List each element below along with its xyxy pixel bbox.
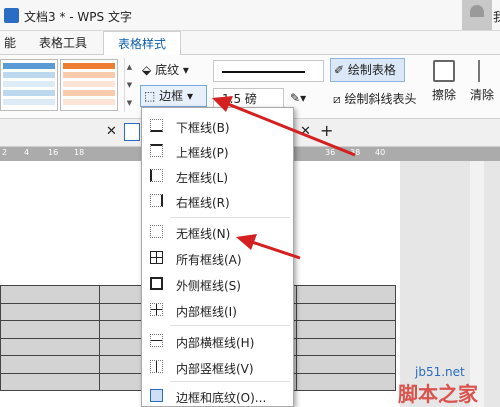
ruler-tick: 2: [2, 148, 8, 157]
ruler-tick: 16: [48, 148, 59, 157]
inside-horizontal-border-icon: [150, 334, 163, 347]
border-dropdown-menu: 下框线(B) 上框线(P) 左框线(L) 右框线(R) 无框线(N) 所有框线(…: [141, 107, 294, 407]
expand-icon[interactable]: ▼: [125, 94, 134, 112]
ribbon-tab-bar: 能 表格工具 表格样式: [0, 31, 500, 56]
menu-item-top-border[interactable]: 上框线(P): [142, 139, 293, 163]
line-width-value: 1.5 磅: [222, 92, 257, 106]
draw-diagonal-header-button[interactable]: ⧄ 绘制斜线表头: [333, 89, 416, 109]
menu-item-inside-horizontal[interactable]: 内部横框线(H): [142, 329, 293, 353]
user-name[interactable]: 我: [493, 8, 500, 25]
plus-icon[interactable]: +: [320, 121, 333, 140]
bottom-border-icon: [150, 119, 163, 132]
document-icon[interactable]: [124, 123, 140, 141]
menu-item-inside-borders[interactable]: 内部框线(I): [142, 298, 293, 322]
menu-item-no-border[interactable]: 无框线(N): [142, 220, 293, 244]
menu-item-inside-vertical[interactable]: 内部竖框线(V): [142, 355, 293, 379]
ruler-tick: 38: [350, 148, 361, 157]
left-border-icon: [150, 169, 163, 182]
chevron-down-icon: ▾: [187, 89, 194, 103]
erase-label: 擦除: [431, 88, 456, 102]
close-icon[interactable]: ✕: [106, 124, 117, 139]
tab-table-tools[interactable]: 表格工具: [28, 31, 98, 55]
menu-item-all-borders[interactable]: 所有框线(A): [142, 246, 293, 270]
no-border-icon: [150, 225, 163, 238]
eraser-icon: [433, 60, 455, 82]
window-title: 文档3 * - WPS 文字: [24, 10, 132, 24]
table-style-orange[interactable]: [60, 59, 118, 111]
chevron-up-icon[interactable]: ▲: [125, 58, 134, 76]
avatar[interactable]: [462, 0, 492, 30]
draw-diagonal-label: 绘制斜线表头: [344, 92, 417, 106]
app-icon: [4, 8, 19, 23]
top-border-icon: [150, 144, 163, 157]
all-borders-icon: [150, 251, 163, 264]
vertical-scrollbar[interactable]: [470, 161, 484, 407]
menu-separator: [170, 325, 290, 326]
clear-table-label: 清除: [470, 88, 495, 102]
watermark-name: 脚本之家: [398, 382, 478, 406]
border-label: 边框: [159, 89, 184, 103]
watermark-domain: jb51.net: [415, 365, 465, 379]
border-button[interactable]: ⬚ 边框 ▾: [140, 85, 207, 107]
menu-item-borders-and-shading[interactable]: 边框和底纹(O)...: [142, 384, 293, 407]
pen-color-icon: ✎: [290, 91, 301, 105]
clear-icon: [478, 60, 480, 82]
border-icon: ⬚: [144, 89, 156, 103]
style-gallery-scroll[interactable]: ▲ ▼ ▼: [124, 58, 134, 112]
erase-button[interactable]: 擦除: [424, 58, 464, 110]
borders-shading-icon: [150, 389, 163, 402]
ruler-tick: 40: [375, 148, 386, 157]
tab-table-style[interactable]: 表格样式: [103, 31, 181, 56]
tab-features[interactable]: 能: [0, 31, 20, 55]
ruler-tick: 18: [74, 148, 85, 157]
pen-color-button[interactable]: ✎▾: [290, 88, 320, 110]
menu-item-outside-borders[interactable]: 外侧框线(S): [142, 272, 293, 296]
draw-table-label: 绘制表格: [347, 63, 396, 77]
menu-separator: [170, 381, 290, 382]
shading-icon: ⬙: [142, 63, 152, 77]
chevron-down-icon[interactable]: ▼: [125, 76, 134, 94]
diagonal-icon: ⧄: [333, 92, 341, 106]
ruler-tick: 4: [24, 148, 30, 157]
menu-item-right-border[interactable]: 右框线(R): [142, 189, 293, 213]
ruler-tick: 36: [325, 148, 336, 157]
chevron-down-icon: ▾: [182, 63, 189, 77]
close-icon[interactable]: ✕: [300, 124, 311, 139]
draw-table-icon: ✐: [334, 63, 345, 77]
outside-borders-icon: [150, 277, 163, 290]
clear-table-button[interactable]: 清除: [470, 58, 500, 110]
draw-table-button[interactable]: ✐ 绘制表格: [330, 58, 405, 82]
inside-vertical-border-icon: [150, 360, 163, 373]
table-style-blue[interactable]: [0, 59, 58, 111]
menu-separator: [170, 217, 290, 218]
line-style-select[interactable]: [213, 60, 324, 82]
menu-item-left-border[interactable]: 左框线(L): [142, 164, 293, 188]
shading-label: 底纹: [155, 63, 180, 77]
shading-button[interactable]: ⬙ 底纹 ▾: [142, 60, 189, 80]
right-border-icon: [150, 194, 163, 207]
menu-item-bottom-border[interactable]: 下框线(B): [142, 114, 293, 138]
inside-borders-icon: [150, 303, 163, 316]
